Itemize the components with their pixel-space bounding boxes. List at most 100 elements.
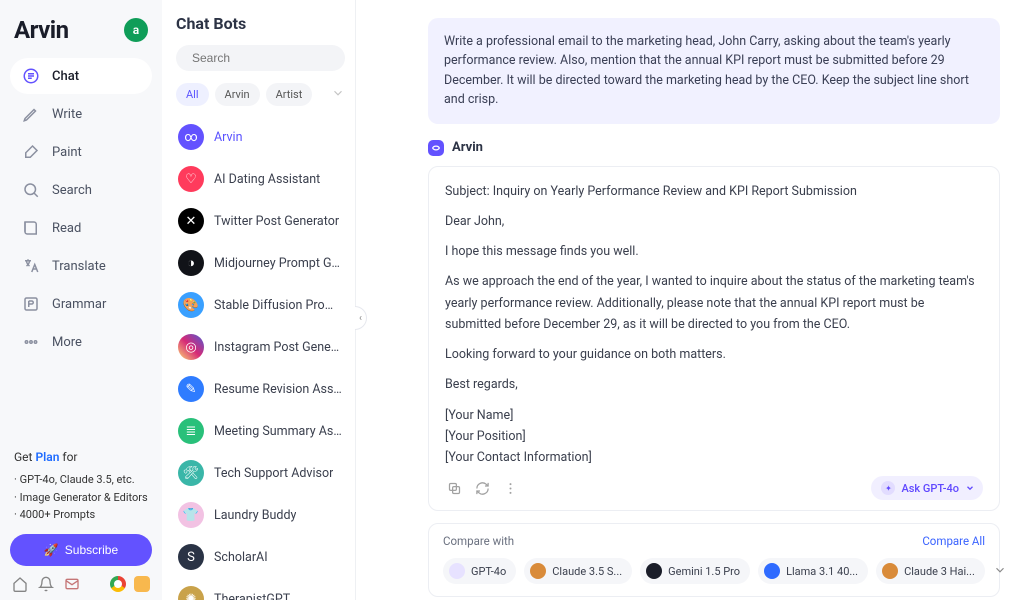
chat-icon (22, 67, 40, 85)
nav-item-chat[interactable]: Chat (10, 58, 152, 94)
bot-item[interactable]: ≣Meeting Summary Assi... (176, 410, 345, 452)
filter-chip-all[interactable]: All (176, 83, 209, 106)
dots-icon (22, 333, 40, 351)
user-message: Write a professional email to the market… (428, 18, 1000, 124)
grammar-icon (22, 295, 40, 313)
chat-main: Write a professional email to the market… (368, 0, 1024, 600)
subscribe-button[interactable]: 🚀 Subscribe (10, 534, 152, 566)
bot-reply-body: Subject: Inquiry on Yearly Performance R… (445, 181, 983, 469)
bot-item[interactable]: 👕Laundry Buddy (176, 494, 345, 536)
bot-avatar-icon: ✕ (178, 208, 204, 234)
filter-chip-arvin[interactable]: Arvin (215, 83, 260, 106)
bot-item-label: Twitter Post Generator (214, 214, 339, 229)
bot-item[interactable]: ♡AI Dating Assistant (176, 158, 345, 200)
nav-item-search[interactable]: Search (10, 172, 152, 208)
bot-avatar-icon: ✎ (178, 376, 204, 402)
compare-all-link[interactable]: Compare All (922, 534, 985, 548)
nav-label: Write (52, 107, 82, 122)
bot-item[interactable]: ∞Arvin (176, 116, 345, 158)
nav-label: Paint (52, 145, 82, 160)
bot-avatar-icon: 👕 (178, 502, 204, 528)
bot-item[interactable]: ◎Instagram Post Genera... (176, 326, 345, 368)
arvin-badge-icon (428, 140, 444, 156)
bot-avatar-icon: ◎ (178, 334, 204, 360)
compare-more-icon[interactable] (993, 562, 1007, 581)
more-icon[interactable] (501, 479, 519, 497)
mail-icon[interactable] (64, 576, 80, 592)
bot-item[interactable]: 🛠Tech Support Advisor (176, 452, 345, 494)
model-icon (530, 563, 546, 579)
nav-item-more[interactable]: More (10, 324, 152, 360)
model-chip-label: Llama 3.1 40... (786, 565, 858, 578)
bot-name: Arvin (452, 140, 483, 155)
model-chip[interactable]: Gemini 1.5 Pro (640, 558, 750, 584)
bot-avatar-icon: ◑ (178, 250, 204, 276)
model-icon (449, 563, 465, 579)
bot-item[interactable]: ✕ Twitter Post Generator (176, 200, 345, 242)
bot-reply-header: Arvin (428, 140, 1000, 156)
nav-label: Chat (52, 69, 79, 84)
nav-item-translate[interactable]: Translate (10, 248, 152, 284)
bot-item-label: ScholarAI (214, 550, 268, 565)
reply-actions: Ask GPT-4o (445, 476, 983, 500)
bot-list: ∞Arvin♡AI Dating Assistant ✕ Twitter Post … (176, 116, 345, 600)
bot-avatar-icon: ∞ (178, 124, 204, 150)
nav-label: Grammar (52, 297, 106, 312)
model-icon (882, 563, 898, 579)
rocket-icon: 🚀 (44, 543, 59, 557)
bot-item[interactable]: ✎ Resume Revision Assis... (176, 368, 345, 410)
model-chip[interactable]: Claude 3 Hai... (876, 558, 985, 584)
chrome-icon[interactable] (110, 576, 126, 592)
nav-label: More (52, 335, 82, 350)
app-sidebar: Arvin a Chat Write Paint Search Read Translat… (0, 0, 162, 600)
home-icon[interactable] (12, 576, 28, 592)
bot-avatar-icon: ≣ (178, 418, 204, 444)
nav-label: Translate (52, 259, 106, 274)
regenerate-icon[interactable] (473, 479, 491, 497)
collapse-button[interactable]: ‹ (355, 306, 367, 330)
plan-line: · 4000+ Prompts (14, 506, 148, 524)
compare-model-row: GPT-4o Claude 3.5 S... Gemini 1.5 Pro Llama… (443, 558, 985, 584)
pen-icon (22, 105, 40, 123)
bots-search-input[interactable] (192, 51, 347, 65)
nav-item-write[interactable]: Write (10, 96, 152, 132)
plan-line: · GPT-4o, Claude 3.5, etc. (14, 471, 148, 489)
bot-reply-card: Subject: Inquiry on Yearly Performance R… (428, 166, 1000, 512)
nav-label: Read (52, 221, 81, 236)
app-logo: Arvin (14, 16, 69, 44)
model-icon (764, 563, 780, 579)
model-chip[interactable]: Claude 3.5 S... (524, 558, 632, 584)
plan-promo: Get Plan for · GPT-4o, Claude 3.5, etc.·… (10, 448, 152, 534)
bot-item[interactable]: S ScholarAI (176, 536, 345, 578)
ask-model-pill[interactable]: Ask GPT-4o (871, 476, 983, 500)
bots-search[interactable] (176, 45, 345, 71)
nav-item-grammar[interactable]: Grammar (10, 286, 152, 322)
user-avatar[interactable]: a (124, 18, 148, 42)
filter-chip-artist[interactable]: Artist (266, 83, 313, 106)
bot-item-label: AI Dating Assistant (214, 172, 320, 187)
brush-icon (22, 143, 40, 161)
panel-collapse: ‹ (356, 0, 368, 600)
bot-item[interactable]: ◑Midjourney Prompt Ge... (176, 242, 345, 284)
store-icon[interactable] (134, 576, 150, 592)
bottom-tray (10, 576, 152, 592)
bot-item-label: Resume Revision Assis... (214, 382, 343, 397)
sparkle-icon (881, 481, 895, 495)
bot-item[interactable]: 🎨Stable Diffusion Promp... (176, 284, 345, 326)
compare-label: Compare with (443, 534, 514, 548)
nav-item-read[interactable]: Read (10, 210, 152, 246)
bot-item-label: Stable Diffusion Promp... (214, 298, 343, 313)
bot-item[interactable]: ✺TherapistGPT (176, 578, 345, 600)
filter-expand-icon[interactable] (331, 85, 345, 104)
model-chip[interactable]: Llama 3.1 40... (758, 558, 868, 584)
bell-icon[interactable] (38, 576, 54, 592)
bots-title: Chat Bots (176, 14, 345, 33)
subscribe-label: Subscribe (65, 543, 118, 557)
chevron-down-icon (965, 483, 975, 493)
bot-avatar-icon: S (178, 544, 204, 570)
search-icon (22, 181, 40, 199)
nav-item-paint[interactable]: Paint (10, 134, 152, 170)
copy-icon[interactable] (445, 479, 463, 497)
bot-filter-chips: All Arvin Artist (176, 83, 345, 106)
model-chip[interactable]: GPT-4o (443, 558, 516, 584)
